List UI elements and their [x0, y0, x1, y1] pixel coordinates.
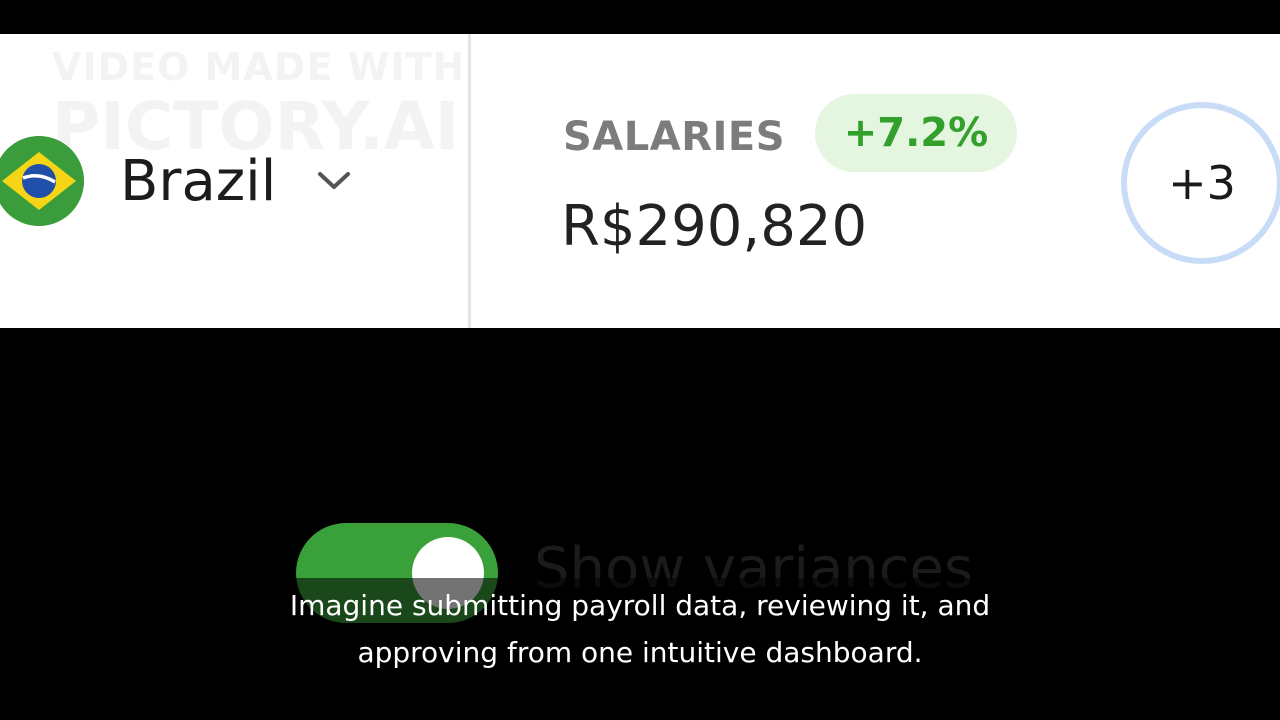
country-name: Brazil	[120, 148, 277, 214]
chevron-down-icon[interactable]	[316, 163, 352, 199]
salary-amount: R$290,820	[561, 194, 868, 259]
more-approvers-avatar[interactable]: +3	[1121, 102, 1280, 264]
brazil-flag-icon	[0, 136, 84, 226]
country-selector[interactable]: Brazil	[0, 134, 374, 228]
payroll-summary-card: VIDEO MADE WITH PICTORY.AI Brazil SALARI…	[0, 34, 1280, 328]
section-divider	[468, 34, 471, 328]
caption-line-1: Imagine submitting payroll data, reviewi…	[289, 589, 991, 622]
caption-line-2: approving from one intuitive dashboard.	[357, 636, 923, 669]
watermark-line-1: VIDEO MADE WITH	[52, 45, 466, 89]
salaries-label: SALARIES	[563, 114, 786, 160]
variance-badge: +7.2%	[815, 94, 1017, 172]
video-caption: Imagine submitting payroll data, reviewi…	[0, 582, 1280, 676]
video-frame: VIDEO MADE WITH PICTORY.AI Brazil SALARI…	[0, 0, 1280, 720]
